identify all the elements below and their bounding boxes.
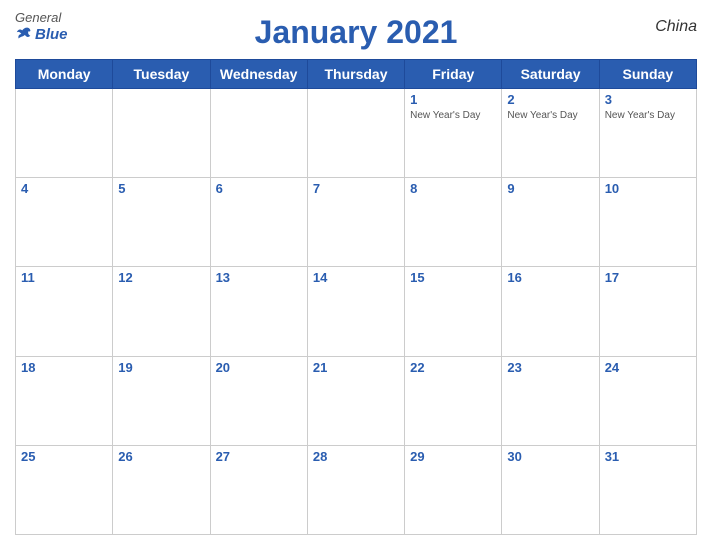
calendar-cell: 28	[307, 445, 404, 534]
day-number: 12	[118, 270, 204, 285]
calendar-week-row: 11 12 13 14 15 16 17	[16, 267, 697, 356]
calendar-cell: 17	[599, 267, 696, 356]
calendar-cell: 13	[210, 267, 307, 356]
calendar-cell: 5	[113, 178, 210, 267]
day-number: 31	[605, 449, 691, 464]
calendar-cell: 9	[502, 178, 599, 267]
header-sunday: Sunday	[599, 60, 696, 89]
calendar-cell: 29	[405, 445, 502, 534]
calendar-cell	[210, 89, 307, 178]
day-number: 1	[410, 92, 496, 107]
logo-blue-text: Blue	[35, 26, 68, 43]
calendar-cell	[16, 89, 113, 178]
day-number: 22	[410, 360, 496, 375]
day-number: 19	[118, 360, 204, 375]
day-number: 15	[410, 270, 496, 285]
calendar-cell	[113, 89, 210, 178]
day-number: 28	[313, 449, 399, 464]
day-number: 6	[216, 181, 302, 196]
weekday-header-row: Monday Tuesday Wednesday Thursday Friday…	[16, 60, 697, 89]
calendar-cell: 25	[16, 445, 113, 534]
calendar-cell: 22	[405, 356, 502, 445]
calendar-cell	[307, 89, 404, 178]
logo-general-text: General	[15, 10, 61, 25]
day-number: 24	[605, 360, 691, 375]
calendar-cell: 18	[16, 356, 113, 445]
header-friday: Friday	[405, 60, 502, 89]
calendar-cell: 10	[599, 178, 696, 267]
day-number: 18	[21, 360, 107, 375]
day-number: 13	[216, 270, 302, 285]
calendar-cell: 1 New Year's Day	[405, 89, 502, 178]
calendar-cell: 3 New Year's Day	[599, 89, 696, 178]
header-tuesday: Tuesday	[113, 60, 210, 89]
calendar-cell: 7	[307, 178, 404, 267]
calendar-cell: 4	[16, 178, 113, 267]
logo-blue-area: Blue	[15, 25, 68, 43]
day-number: 4	[21, 181, 107, 196]
day-number: 27	[216, 449, 302, 464]
calendar-cell: 6	[210, 178, 307, 267]
calendar-cell: 16	[502, 267, 599, 356]
calendar-cell: 12	[113, 267, 210, 356]
calendar-cell: 19	[113, 356, 210, 445]
header-thursday: Thursday	[307, 60, 404, 89]
day-number: 30	[507, 449, 593, 464]
header-saturday: Saturday	[502, 60, 599, 89]
calendar-week-row: 456789 10	[16, 178, 697, 267]
holiday-label: New Year's Day	[605, 109, 691, 122]
calendar-cell: 24	[599, 356, 696, 445]
day-number: 11	[21, 270, 107, 285]
calendar-wrapper: General Blue January 2021 China Monday T…	[0, 0, 712, 550]
day-number: 21	[313, 360, 399, 375]
day-number: 16	[507, 270, 593, 285]
day-number: 9	[507, 181, 593, 196]
calendar-cell: 14	[307, 267, 404, 356]
day-number: 8	[410, 181, 496, 196]
logo: General Blue	[15, 10, 68, 43]
day-number: 7	[313, 181, 399, 196]
day-number: 10	[605, 181, 691, 196]
calendar-cell: 23	[502, 356, 599, 445]
calendar-cell: 20	[210, 356, 307, 445]
calendar-cell: 11	[16, 267, 113, 356]
holiday-label: New Year's Day	[507, 109, 593, 122]
header-wednesday: Wednesday	[210, 60, 307, 89]
calendar-cell: 31	[599, 445, 696, 534]
calendar-cell: 21	[307, 356, 404, 445]
calendar-title: January 2021	[255, 14, 458, 51]
day-number: 2	[507, 92, 593, 107]
calendar-week-row: 25 26 27 28 29 30 31	[16, 445, 697, 534]
day-number: 23	[507, 360, 593, 375]
day-number: 29	[410, 449, 496, 464]
day-number: 5	[118, 181, 204, 196]
calendar-header: General Blue January 2021 China	[15, 10, 697, 51]
calendar-week-row: 1 New Year's Day 2 New Year's Day 3 New Year'…	[16, 89, 697, 178]
calendar-cell: 15	[405, 267, 502, 356]
calendar-cell: 27	[210, 445, 307, 534]
holiday-label: New Year's Day	[410, 109, 496, 122]
calendar-cell: 8	[405, 178, 502, 267]
calendar-cell: 26	[113, 445, 210, 534]
logo-bird-icon	[15, 25, 33, 43]
day-number: 14	[313, 270, 399, 285]
day-number: 20	[216, 360, 302, 375]
country-label: China	[655, 18, 697, 36]
day-number: 17	[605, 270, 691, 285]
header-monday: Monday	[16, 60, 113, 89]
calendar-cell: 2 New Year's Day	[502, 89, 599, 178]
calendar-table: Monday Tuesday Wednesday Thursday Friday…	[15, 59, 697, 535]
calendar-week-row: 18 19 20 21 22 23 24	[16, 356, 697, 445]
day-number: 25	[21, 449, 107, 464]
day-number: 3	[605, 92, 691, 107]
calendar-cell: 30	[502, 445, 599, 534]
day-number: 26	[118, 449, 204, 464]
